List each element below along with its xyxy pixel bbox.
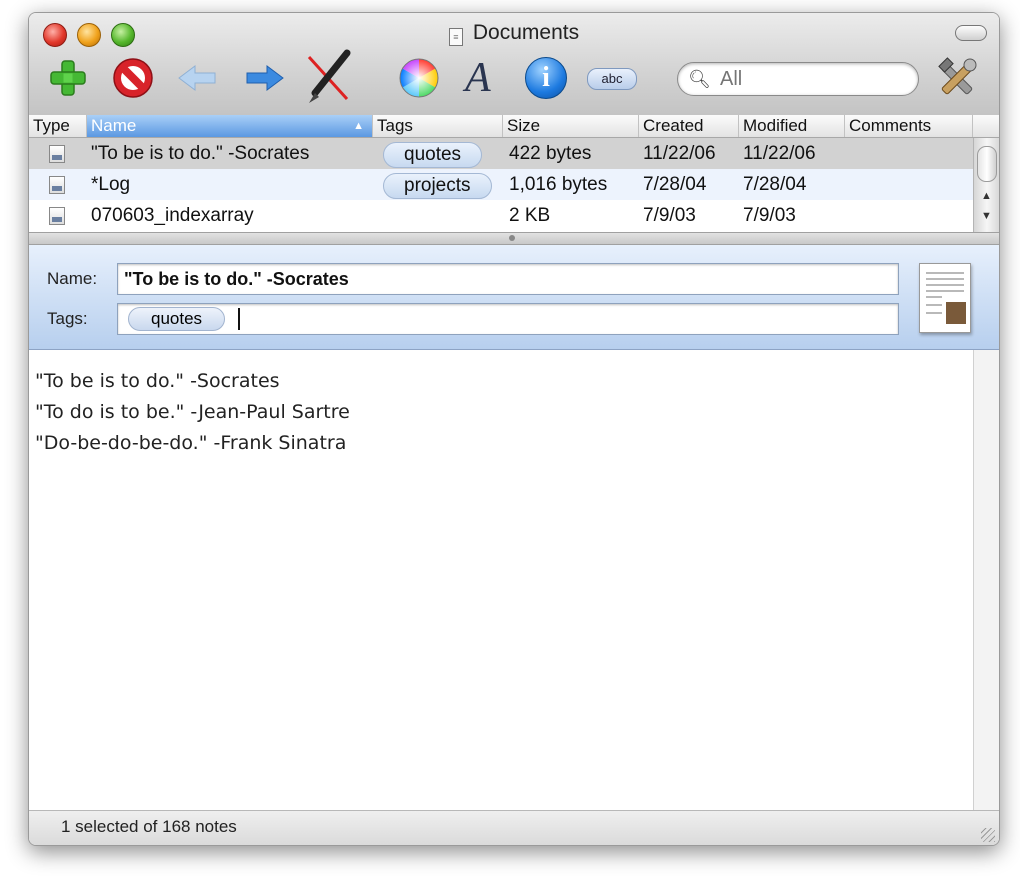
column-header-modified[interactable]: Modified <box>739 115 845 137</box>
info-icon: i <box>542 62 550 93</box>
row-modified: 11/22/06 <box>743 143 816 164</box>
table-row[interactable]: 070603_indexarray 2 KB 7/9/03 7/9/03 <box>29 200 973 231</box>
text-scrollbar[interactable] <box>973 350 999 810</box>
row-modified: 7/9/03 <box>743 205 796 226</box>
back-button[interactable] <box>177 63 219 93</box>
window-title: ≡ Documents <box>29 21 999 46</box>
column-header-size[interactable]: Size <box>503 115 639 137</box>
note-info-panel: Name: "To be is to do." -Socrates Tags: … <box>29 245 999 350</box>
row-created: 7/28/04 <box>643 174 707 195</box>
note-text-line: "To do is to be." -Jean-Paul Sartre <box>35 401 350 423</box>
search-field[interactable]: 🔍︎ <box>677 62 919 96</box>
column-header-created[interactable]: Created <box>639 115 739 137</box>
row-name: 070603_indexarray <box>91 205 254 226</box>
scroll-up-arrow-icon[interactable]: ▲ <box>981 190 992 202</box>
main-window: ≡ Documents A i abc 🔍︎ All Type Name ▲ T… <box>28 12 1000 846</box>
row-name: "To be is to do." -Socrates <box>91 143 310 164</box>
row-size: 2 KB <box>509 205 551 226</box>
color-wheel-icon <box>399 58 439 98</box>
tag-token-quotes[interactable]: quotes <box>128 307 226 331</box>
toolbar-toggle-button[interactable] <box>955 25 987 41</box>
font-icon: A <box>465 55 491 101</box>
image-thumbnail-icon <box>946 302 966 324</box>
arrow-right-icon <box>246 65 284 91</box>
row-created: 11/22/06 <box>643 143 716 164</box>
divider-handle-icon[interactable] <box>509 235 515 241</box>
spelling-label: abc <box>601 71 623 86</box>
list-scroll-thumb[interactable] <box>977 146 997 182</box>
note-preview-thumbnail[interactable] <box>919 263 971 333</box>
status-text: 1 selected of 168 notes <box>61 817 237 836</box>
column-header-name-label: Name <box>91 116 137 135</box>
row-created: 7/9/03 <box>643 205 696 226</box>
new-note-button[interactable] <box>47 57 89 99</box>
name-label: Name: <box>47 269 98 288</box>
note-file-icon <box>49 145 65 163</box>
column-header-bar: Type Name ▲ Tags Size Created Modified Co… <box>29 115 999 138</box>
list-scrollbar[interactable]: ▲ ▼ <box>973 138 999 232</box>
info-button[interactable]: i <box>525 57 567 99</box>
search-input[interactable] <box>718 67 902 91</box>
prohibited-icon <box>113 58 153 98</box>
note-file-icon <box>49 207 65 225</box>
row-size: 422 bytes <box>509 143 592 164</box>
fonts-button[interactable]: A <box>465 57 499 99</box>
resize-grip-icon[interactable] <box>981 828 995 842</box>
note-text-editor[interactable]: "To be is to do." -Socrates "To do is to… <box>29 350 973 810</box>
forward-button[interactable] <box>243 63 285 93</box>
note-text-line: "Do-be-do-be-do." -Frank Sinatra <box>35 432 347 454</box>
delete-note-button[interactable] <box>111 56 155 100</box>
column-header-type[interactable]: Type <box>29 115 87 137</box>
pen-crossed-icon <box>307 49 351 103</box>
tags-label: Tags: <box>47 309 88 328</box>
plus-icon <box>50 60 86 96</box>
note-tags-field[interactable]: quotes <box>117 303 899 335</box>
preferences-button[interactable] <box>933 57 981 101</box>
table-row[interactable]: "To be is to do." -Socrates quotes 422 b… <box>29 138 973 169</box>
row-name: *Log <box>91 174 131 195</box>
status-bar: 1 selected of 168 notes <box>29 810 999 845</box>
row-tag[interactable]: quotes <box>383 142 483 168</box>
text-caret <box>238 308 240 330</box>
column-header-tags[interactable]: Tags <box>373 115 503 137</box>
column-header-name[interactable]: Name ▲ <box>87 115 373 137</box>
notes-list: "To be is to do." -Socrates quotes 422 b… <box>29 138 973 232</box>
row-modified: 7/28/04 <box>743 174 807 195</box>
tools-icon <box>938 57 977 95</box>
note-name-value: "To be is to do." -Socrates <box>124 269 349 289</box>
note-file-icon <box>49 176 65 194</box>
search-icon: 🔍︎ <box>688 69 711 89</box>
column-header-comments[interactable]: Comments <box>845 115 973 137</box>
title-bar: ≡ Documents A i abc 🔍︎ All <box>29 13 999 116</box>
sort-ascending-icon: ▲ <box>353 120 364 132</box>
note-text-line: "To be is to do." -Socrates <box>35 370 280 392</box>
table-row[interactable]: *Log projects 1,016 bytes 7/28/04 7/28/0… <box>29 169 973 200</box>
colors-button[interactable] <box>399 58 439 98</box>
scroll-down-arrow-icon[interactable]: ▼ <box>981 210 992 222</box>
edit-pen-button[interactable] <box>301 49 355 105</box>
window-title-text: Documents <box>472 21 580 44</box>
arrow-left-icon <box>178 65 216 91</box>
note-name-field[interactable]: "To be is to do." -Socrates <box>117 263 899 295</box>
row-tag[interactable]: projects <box>383 173 492 199</box>
split-view-divider[interactable] <box>29 232 999 245</box>
spelling-button[interactable]: abc <box>587 68 637 90</box>
document-icon: ≡ <box>448 28 463 46</box>
row-size: 1,016 bytes <box>509 174 608 195</box>
